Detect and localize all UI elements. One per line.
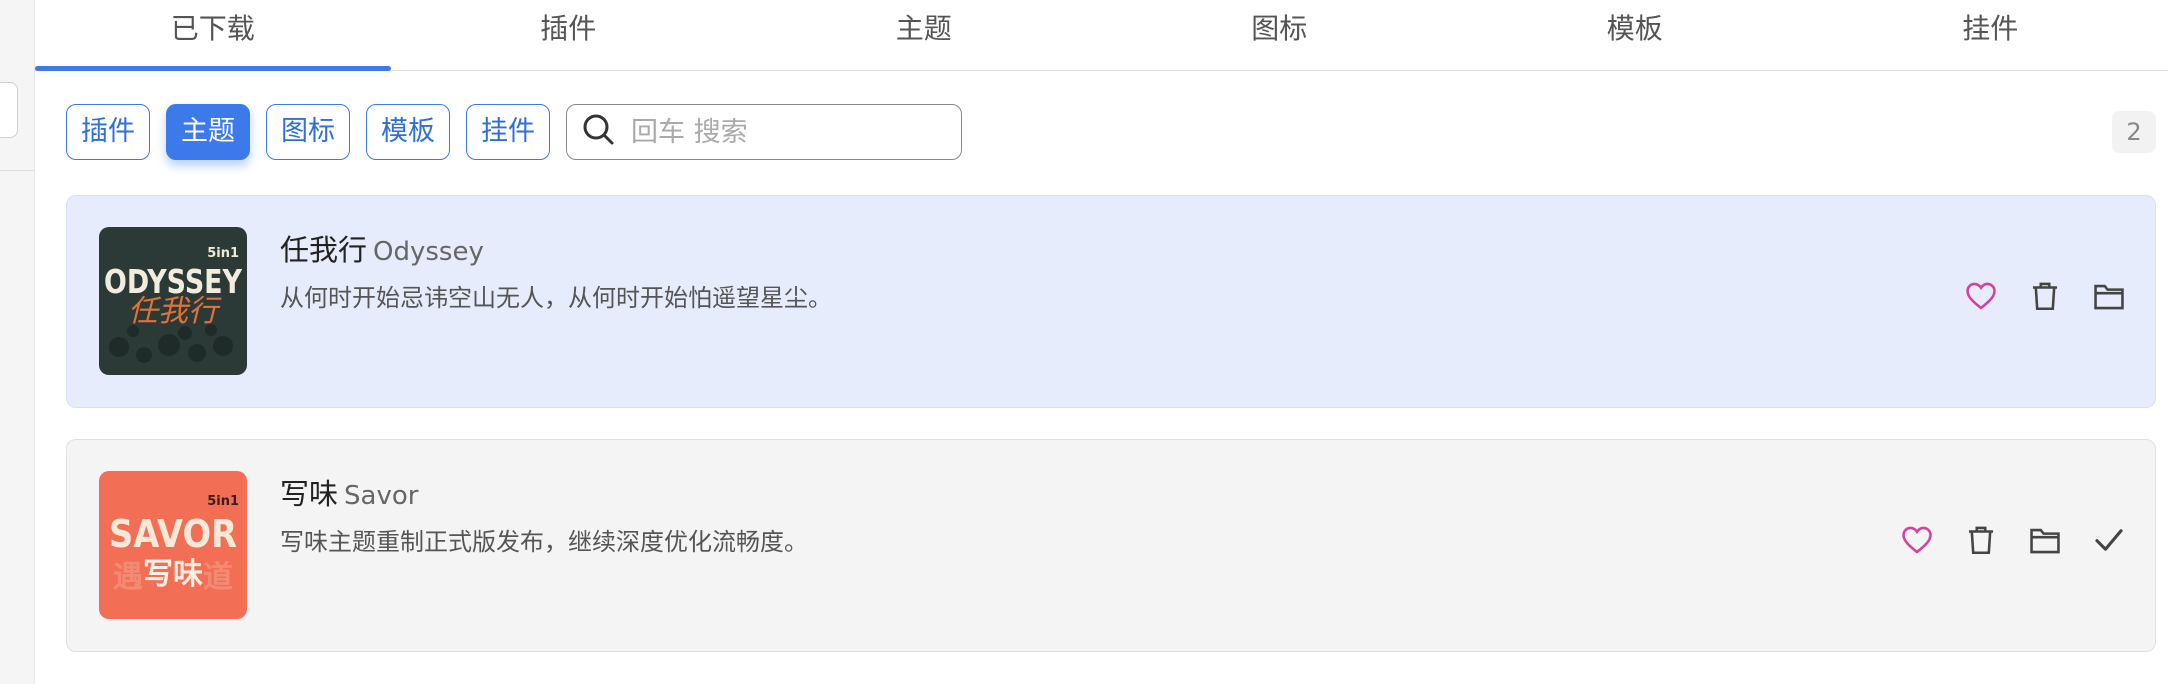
thumb-subtitle: 写味: [143, 557, 203, 592]
sidebar-divider: [0, 170, 35, 171]
filter-plugins-button[interactable]: 插件: [66, 104, 150, 160]
filter-icons-button[interactable]: 图标: [266, 104, 350, 160]
theme-name-en: Odyssey: [373, 237, 484, 267]
tab-downloaded[interactable]: 已下载: [35, 0, 391, 71]
uninstall-trash-icon[interactable]: [2027, 278, 2063, 314]
tab-icons[interactable]: 图标: [1102, 0, 1458, 70]
theme-name: 写味: [280, 477, 339, 511]
filter-themes-button[interactable]: 主题: [166, 104, 250, 160]
search-input[interactable]: [631, 116, 931, 148]
theme-card-savor[interactable]: 遇 道 5in1 SAVOR 写味 写味 Savor 写味主题重制正式版发布，继续…: [66, 439, 2156, 652]
apply-check-icon[interactable]: [2091, 522, 2127, 558]
search-icon: [581, 112, 631, 152]
tab-widgets[interactable]: 挂件: [1813, 0, 2168, 70]
filter-widgets-button[interactable]: 挂件: [466, 104, 550, 160]
tab-themes[interactable]: 主题: [746, 0, 1102, 70]
open-folder-icon[interactable]: [2027, 522, 2063, 558]
favorite-heart-icon[interactable]: [1899, 522, 1935, 558]
search-box[interactable]: [566, 104, 962, 160]
sidebar-collapsed-panel[interactable]: [0, 82, 18, 138]
tab-plugins[interactable]: 插件: [391, 0, 747, 70]
svg-text:遇: 遇: [113, 560, 143, 595]
filter-templates-button[interactable]: 模板: [366, 104, 450, 160]
theme-name-en: Savor: [344, 481, 419, 511]
result-count-badge: 2: [2112, 111, 2156, 153]
theme-actions: [1871, 522, 2127, 558]
tab-templates[interactable]: 模板: [1457, 0, 1813, 70]
svg-text:道: 道: [203, 560, 233, 595]
theme-title: 写味 Savor: [280, 471, 418, 513]
theme-description: 写味主题重制正式版发布，继续深度优化流畅度。: [280, 528, 808, 556]
thumb-subtitle: 任我行: [128, 294, 222, 329]
theme-card-odyssey[interactable]: 5in1 ODYSSEY 任我行 任我行 Odyssey 从何时开始忌讳空山无人，…: [66, 195, 2156, 408]
theme-thumbnail-odyssey: 5in1 ODYSSEY 任我行: [99, 227, 247, 375]
thumb-title: SAVOR: [109, 512, 237, 556]
thumb-badge: 5in1: [207, 494, 239, 509]
bazaar-tabs: 已下载 插件 主题 图标 模板 挂件: [35, 0, 2168, 71]
open-folder-icon[interactable]: [2091, 278, 2127, 314]
theme-description: 从何时开始忌讳空山无人，从何时开始怕遥望星尘。: [280, 284, 832, 312]
thumb-badge: 5in1: [207, 246, 239, 261]
filter-toolbar: 插件 主题 图标 模板 挂件: [66, 103, 962, 161]
theme-actions: [1935, 278, 2127, 314]
theme-title: 任我行 Odyssey: [280, 227, 484, 269]
theme-name: 任我行: [280, 233, 368, 267]
left-sidebar-edge: [0, 0, 35, 684]
theme-thumbnail-savor: 遇 道 5in1 SAVOR 写味: [99, 471, 247, 619]
uninstall-trash-icon[interactable]: [1963, 522, 1999, 558]
favorite-heart-icon[interactable]: [1963, 278, 1999, 314]
